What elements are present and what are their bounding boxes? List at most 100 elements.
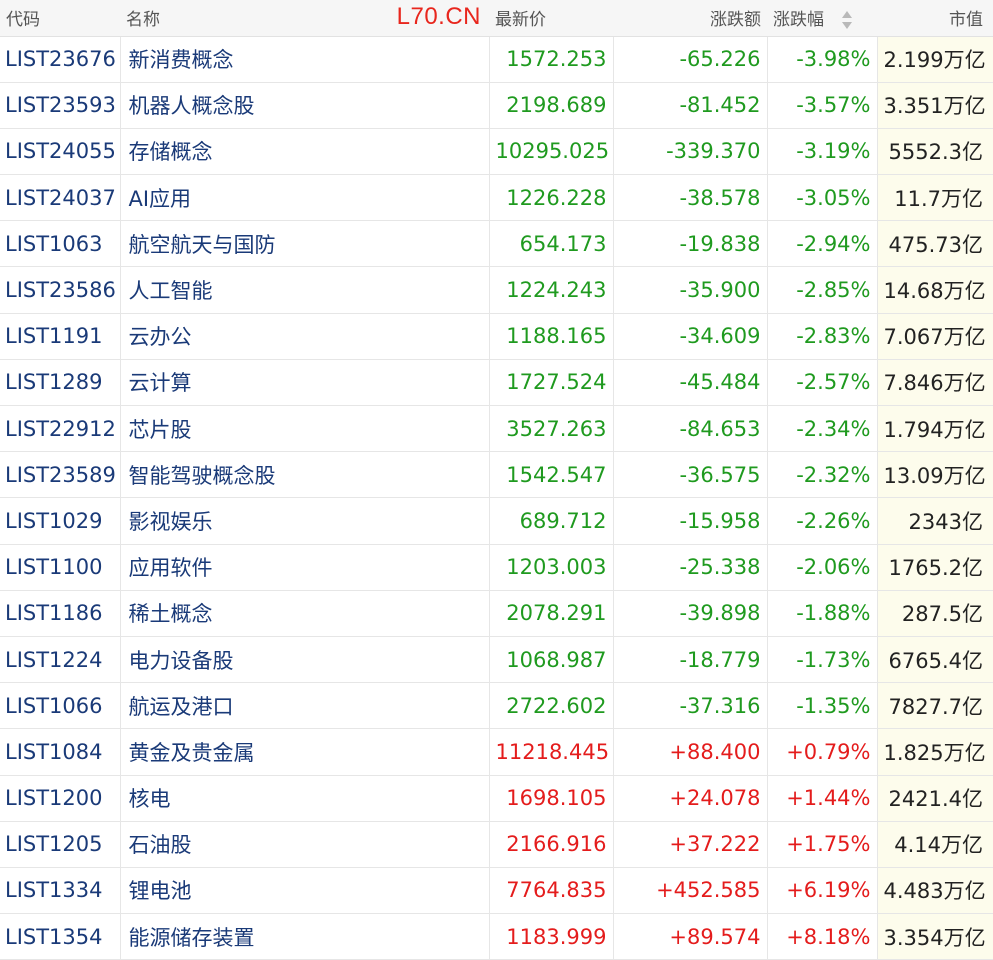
price-change: -36.575	[612, 451, 767, 499]
market-cap: 14.68万亿	[876, 266, 993, 314]
latest-price: 2166.916	[488, 821, 613, 868]
stock-name: 新消费概念	[119, 36, 489, 83]
stock-name: 黄金及贵金属	[119, 728, 489, 776]
table-row[interactable]: LIST1205 石油股 2166.916 +37.222 +1.75% 4.14万亿	[0, 821, 993, 868]
table-row[interactable]: LIST1084 黄金及贵金属 11218.445 +88.400 +0.79% 1.82…	[0, 728, 993, 776]
table-row[interactable]: LIST24055 存储概念 10295.025 -339.370 -3.19% 5552…	[0, 128, 993, 176]
header-price[interactable]: 最新价	[489, 0, 613, 37]
change-percent: -3.19%	[766, 128, 877, 176]
table-row[interactable]: LIST23586 人工智能 1224.243 -35.900 -2.85% 14.68万…	[0, 266, 993, 314]
change-percent: -1.88%	[766, 590, 877, 637]
market-cap: 475.73亿	[876, 220, 993, 268]
table-row[interactable]: LIST1224 电力设备股 1068.987 -18.779 -1.73% 6765.4…	[0, 636, 993, 684]
table-row[interactable]: LIST1289 云计算 1727.524 -45.484 -2.57% 7.846万亿	[0, 359, 993, 407]
market-cap: 2421.4亿	[876, 775, 993, 822]
change-percent: +1.44%	[766, 775, 877, 822]
price-change: -81.452	[612, 82, 767, 129]
latest-price: 2078.291	[488, 590, 613, 637]
market-cap: 3.354万亿	[876, 913, 993, 960]
table-row[interactable]: LIST22912 芯片股 3527.263 -84.653 -2.34% 1.794万亿	[0, 405, 993, 453]
market-cap: 2343亿	[876, 497, 993, 545]
stock-code: LIST1186	[0, 590, 120, 637]
price-change: +452.585	[612, 867, 767, 915]
header-market-cap[interactable]: 市值	[877, 0, 993, 37]
table-row[interactable]: LIST23589 智能驾驶概念股 1542.547 -36.575 -2.32% 13.…	[0, 451, 993, 499]
market-cap: 7.067万亿	[876, 313, 993, 360]
price-change: -15.958	[612, 497, 767, 545]
table-row[interactable]: LIST1191 云办公 1188.165 -34.609 -2.83% 7.067万亿	[0, 313, 993, 360]
market-cap: 7827.7亿	[876, 682, 993, 730]
table-row[interactable]: LIST1334 锂电池 7764.835 +452.585 +6.19% 4.483万亿	[0, 867, 993, 915]
price-change: -35.900	[612, 266, 767, 314]
table-row[interactable]: LIST1354 能源储存装置 1183.999 +89.574 +8.18% 3.354…	[0, 913, 993, 960]
price-change: +89.574	[612, 913, 767, 960]
table-row[interactable]: LIST1100 应用软件 1203.003 -25.338 -2.06% 1765.2亿	[0, 544, 993, 591]
change-percent: +6.19%	[766, 867, 877, 915]
latest-price: 1572.253	[488, 36, 613, 83]
price-change: -18.779	[612, 636, 767, 684]
table-row[interactable]: LIST23593 机器人概念股 2198.689 -81.452 -3.57% 3.35…	[0, 82, 993, 129]
stock-code: LIST24055	[0, 128, 120, 176]
table-row[interactable]: LIST1063 航空航天与国防 654.173 -19.838 -2.94% 475.7…	[0, 220, 993, 268]
table-row[interactable]: LIST1186 稀土概念 2078.291 -39.898 -1.88% 287.5亿	[0, 590, 993, 637]
latest-price: 1183.999	[488, 913, 613, 960]
price-change: -19.838	[612, 220, 767, 268]
change-percent: -3.05%	[766, 174, 877, 222]
market-cap: 6765.4亿	[876, 636, 993, 684]
table-row[interactable]: LIST1200 核电 1698.105 +24.078 +1.44% 2421.4亿	[0, 775, 993, 822]
price-change: -25.338	[612, 544, 767, 591]
table-row[interactable]: LIST23676 新消费概念 1572.253 -65.226 -3.98% 2.199…	[0, 36, 993, 83]
stock-name: 航空航天与国防	[119, 220, 489, 268]
latest-price: 1542.547	[488, 451, 613, 499]
latest-price: 654.173	[488, 220, 613, 268]
change-percent: -2.32%	[766, 451, 877, 499]
table-row[interactable]: LIST24037 AI应用 1226.228 -38.578 -3.05% 11.7万亿	[0, 174, 993, 222]
sort-updown-icon[interactable]	[842, 10, 852, 30]
table-header: 代码 名称 L70.CN 最新价 涨跌额 涨跌幅 市值	[0, 0, 993, 37]
change-percent: -1.35%	[766, 682, 877, 730]
table-row[interactable]: LIST1029 影视娱乐 689.712 -15.958 -2.26% 2343亿	[0, 497, 993, 545]
change-percent: +1.75%	[766, 821, 877, 868]
latest-price: 1068.987	[488, 636, 613, 684]
stock-code: LIST1334	[0, 867, 120, 915]
latest-price: 1226.228	[488, 174, 613, 222]
stock-code: LIST24037	[0, 174, 120, 222]
price-change: -39.898	[612, 590, 767, 637]
market-cap: 7.846万亿	[876, 359, 993, 407]
change-percent: -2.83%	[766, 313, 877, 360]
table-row[interactable]: LIST1066 航运及港口 2722.602 -37.316 -1.35% 7827.7…	[0, 682, 993, 730]
latest-price: 689.712	[488, 497, 613, 545]
stock-code: LIST1063	[0, 220, 120, 268]
header-change-pct[interactable]: 涨跌幅	[767, 0, 877, 37]
latest-price: 2722.602	[488, 682, 613, 730]
latest-price: 11218.445	[488, 728, 613, 776]
stock-code: LIST1084	[0, 728, 120, 776]
price-change: -37.316	[612, 682, 767, 730]
change-percent: -3.57%	[766, 82, 877, 129]
stock-name: 云计算	[119, 359, 489, 407]
header-change[interactable]: 涨跌额	[613, 0, 767, 37]
header-change-pct-label: 涨跌幅	[773, 10, 824, 31]
change-percent: +8.18%	[766, 913, 877, 960]
stock-code: LIST1205	[0, 821, 120, 868]
stock-code: LIST1354	[0, 913, 120, 960]
latest-price: 1224.243	[488, 266, 613, 314]
stock-name: 稀土概念	[119, 590, 489, 637]
stock-code: LIST23586	[0, 266, 120, 314]
market-cap: 4.14万亿	[876, 821, 993, 868]
stock-name: 云办公	[119, 313, 489, 360]
latest-price: 1188.165	[488, 313, 613, 360]
header-name[interactable]: 名称 L70.CN	[120, 0, 489, 37]
market-cap: 11.7万亿	[876, 174, 993, 222]
price-change: -65.226	[612, 36, 767, 83]
price-change: -34.609	[612, 313, 767, 360]
stock-code: LIST23589	[0, 451, 120, 499]
price-change: +88.400	[612, 728, 767, 776]
market-cap: 1.794万亿	[876, 405, 993, 453]
header-code[interactable]: 代码	[0, 0, 120, 37]
stock-code: LIST1029	[0, 497, 120, 545]
stock-name: 应用软件	[119, 544, 489, 591]
price-change: -339.370	[612, 128, 767, 176]
stock-name: 存储概念	[119, 128, 489, 176]
price-change: -45.484	[612, 359, 767, 407]
